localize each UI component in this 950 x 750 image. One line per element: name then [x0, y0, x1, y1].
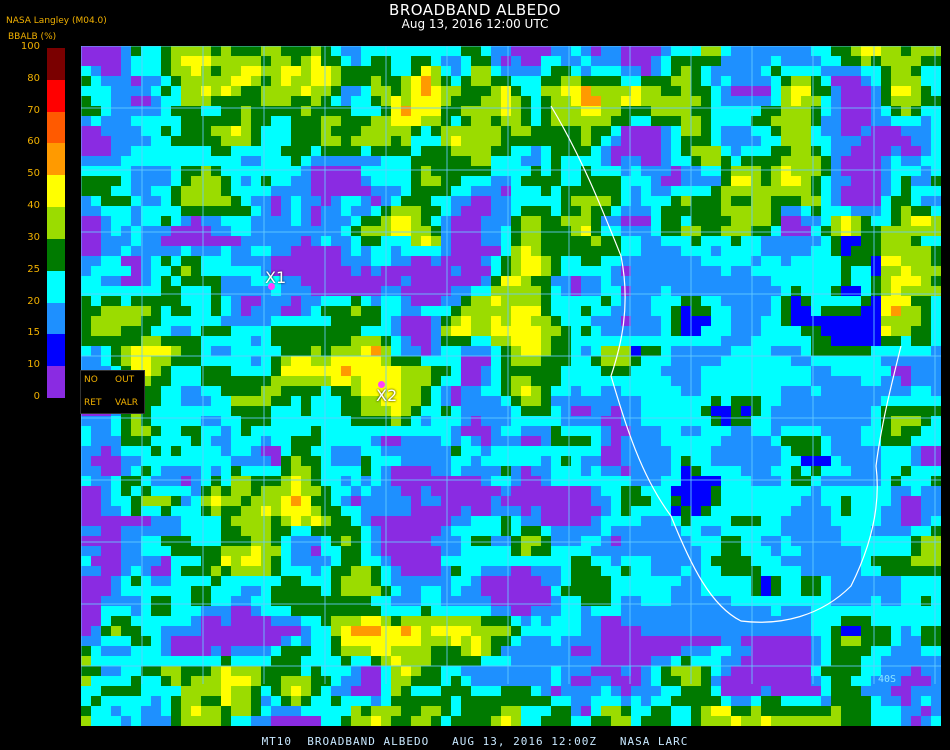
option-valr[interactable]: VALR — [115, 398, 138, 408]
legend-swatch — [47, 207, 65, 240]
marker-x2-label: X2 — [376, 386, 398, 405]
legend-tick-label: 30 — [27, 231, 40, 243]
legend-tick-label: 10 — [27, 359, 40, 371]
legend-tick-label: 15 — [27, 327, 40, 339]
option-out[interactable]: OUT — [115, 375, 134, 385]
legend-swatch — [47, 48, 65, 81]
options-panel: NO OUT RET VALR — [80, 370, 145, 414]
image-datetime: Aug 13, 2016 12:00 UTC — [401, 17, 549, 31]
legend-swatch — [47, 366, 65, 399]
legend-swatch — [47, 143, 65, 176]
albedo-field — [81, 46, 941, 726]
footer-caption: MT10 BROADBAND ALBEDO AUG 13, 2016 12:00… — [261, 735, 689, 748]
legend-swatch — [47, 238, 65, 272]
option-ret[interactable]: RET — [84, 398, 101, 408]
legend-tick-label: 60 — [27, 136, 40, 148]
legend-tick-label: 100 — [20, 41, 40, 52]
legend-tick-label: 25 — [27, 263, 40, 275]
legend-swatch — [47, 175, 65, 208]
marker-x2-dot[interactable] — [378, 381, 385, 388]
latitude-label: 40S — [878, 674, 897, 685]
legend-tick-label: 50 — [27, 168, 40, 180]
legend-swatch — [47, 302, 65, 335]
legend-tick-label: 20 — [27, 295, 40, 307]
legend-swatch — [47, 334, 65, 367]
legend-tick-label: 80 — [27, 72, 40, 84]
legend-tick-label: 0 — [33, 391, 40, 402]
albedo-map[interactable] — [81, 46, 941, 726]
legend-swatch — [47, 270, 65, 304]
option-no[interactable]: NO — [84, 375, 98, 385]
producer-label: NASA Langley (M04.0) — [6, 16, 107, 26]
legend-tick-label: 40 — [27, 200, 40, 212]
color-legend — [47, 48, 65, 399]
marker-x1-dot[interactable] — [268, 283, 275, 290]
legend-tick-label: 70 — [27, 104, 40, 116]
legend-swatch — [47, 79, 65, 113]
legend-swatch — [47, 111, 65, 144]
